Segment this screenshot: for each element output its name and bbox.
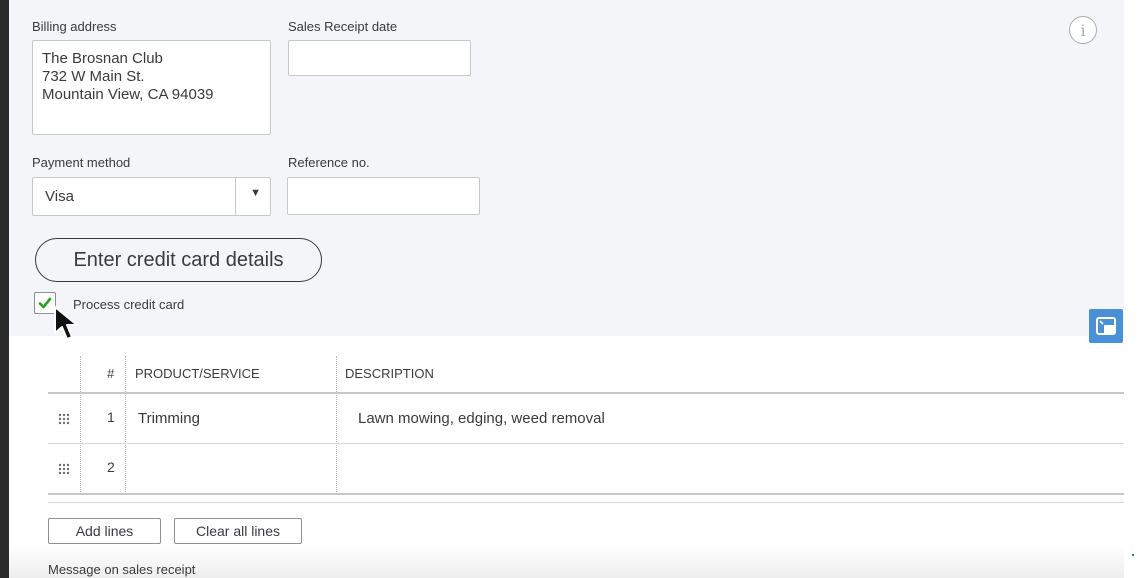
table-footer-rule xyxy=(48,502,1124,503)
right-window-edge xyxy=(1124,0,1146,578)
col-divider-drag xyxy=(80,356,82,494)
drag-handle-icon[interactable] xyxy=(58,463,70,475)
row-num: 2 xyxy=(107,459,115,475)
row-description[interactable]: Lawn mowing, edging, weed removal xyxy=(358,410,605,427)
billing-address-text: The Brosnan Club 732 W Main St. Mountain… xyxy=(42,50,214,103)
col-divider-num xyxy=(125,356,127,494)
table-bottom-rule xyxy=(48,493,1124,495)
scroll-indicator xyxy=(1132,554,1134,556)
sales-receipt-date-label: Sales Receipt date xyxy=(288,19,398,34)
header-description: DESCRIPTION xyxy=(345,366,434,381)
header-num: # xyxy=(107,366,115,381)
caret-down-icon[interactable]: ▼ xyxy=(250,187,261,199)
payment-method-value: Visa xyxy=(45,188,74,205)
payment-method-select[interactable]: Visa ▼ xyxy=(32,177,271,216)
clear-all-lines-button[interactable]: Clear all lines xyxy=(174,518,302,544)
row-divider xyxy=(48,443,1124,444)
payment-method-label: Payment method xyxy=(32,155,131,170)
row-product[interactable]: Trimming xyxy=(138,410,200,427)
add-lines-button[interactable]: Add lines xyxy=(48,518,161,544)
billing-address-field[interactable]: The Brosnan Club 732 W Main St. Mountain… xyxy=(32,40,271,135)
sales-receipt-date-field[interactable] xyxy=(288,40,471,76)
drag-handle-icon[interactable] xyxy=(58,413,70,425)
pip-glyph-icon xyxy=(1096,317,1116,335)
billing-address-label: Billing address xyxy=(32,19,117,34)
col-divider-product xyxy=(336,356,338,494)
info-icon[interactable]: i xyxy=(1069,16,1097,44)
row-num: 1 xyxy=(107,409,115,425)
header-bottom-rule xyxy=(48,392,1124,394)
header-product-service: PRODUCT/SERVICE xyxy=(135,366,260,381)
reference-no-field[interactable] xyxy=(287,177,480,215)
message-on-sales-receipt-label: Message on sales receipt xyxy=(48,562,196,577)
left-window-edge xyxy=(0,0,9,578)
picture-in-picture-icon[interactable] xyxy=(1089,309,1123,343)
enter-credit-card-details-button[interactable]: Enter credit card details xyxy=(35,238,322,282)
mouse-pointer-icon xyxy=(54,306,78,340)
process-credit-card-label: Process credit card xyxy=(73,297,185,312)
select-divider xyxy=(235,178,236,215)
reference-no-label: Reference no. xyxy=(288,155,370,170)
